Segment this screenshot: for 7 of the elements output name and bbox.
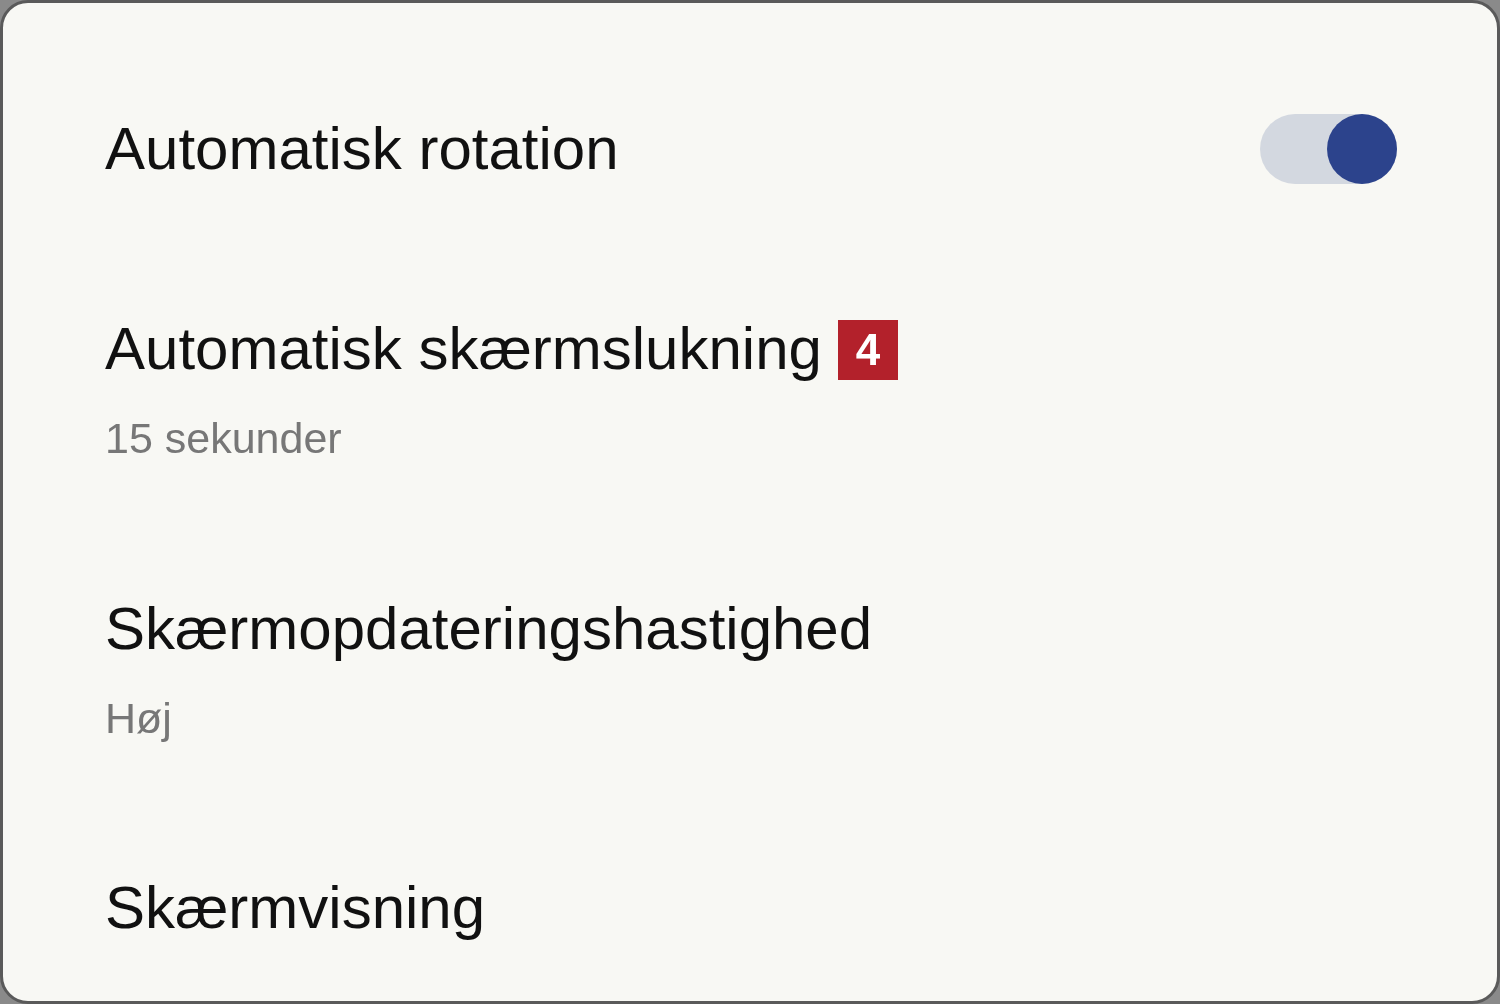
setting-title[interactable]: Skærmopdateringshastighed — [105, 594, 873, 662]
setting-value: 15 sekunder — [105, 414, 342, 462]
setting-value: Høj — [105, 693, 172, 742]
setting-title[interactable]: Automatisk skærmslukning — [105, 315, 822, 382]
setting-title[interactable]: Skærmvisning — [105, 874, 486, 942]
setting-title[interactable]: Automatisk rotation — [105, 115, 619, 182]
number-badge: 4 — [837, 320, 898, 380]
